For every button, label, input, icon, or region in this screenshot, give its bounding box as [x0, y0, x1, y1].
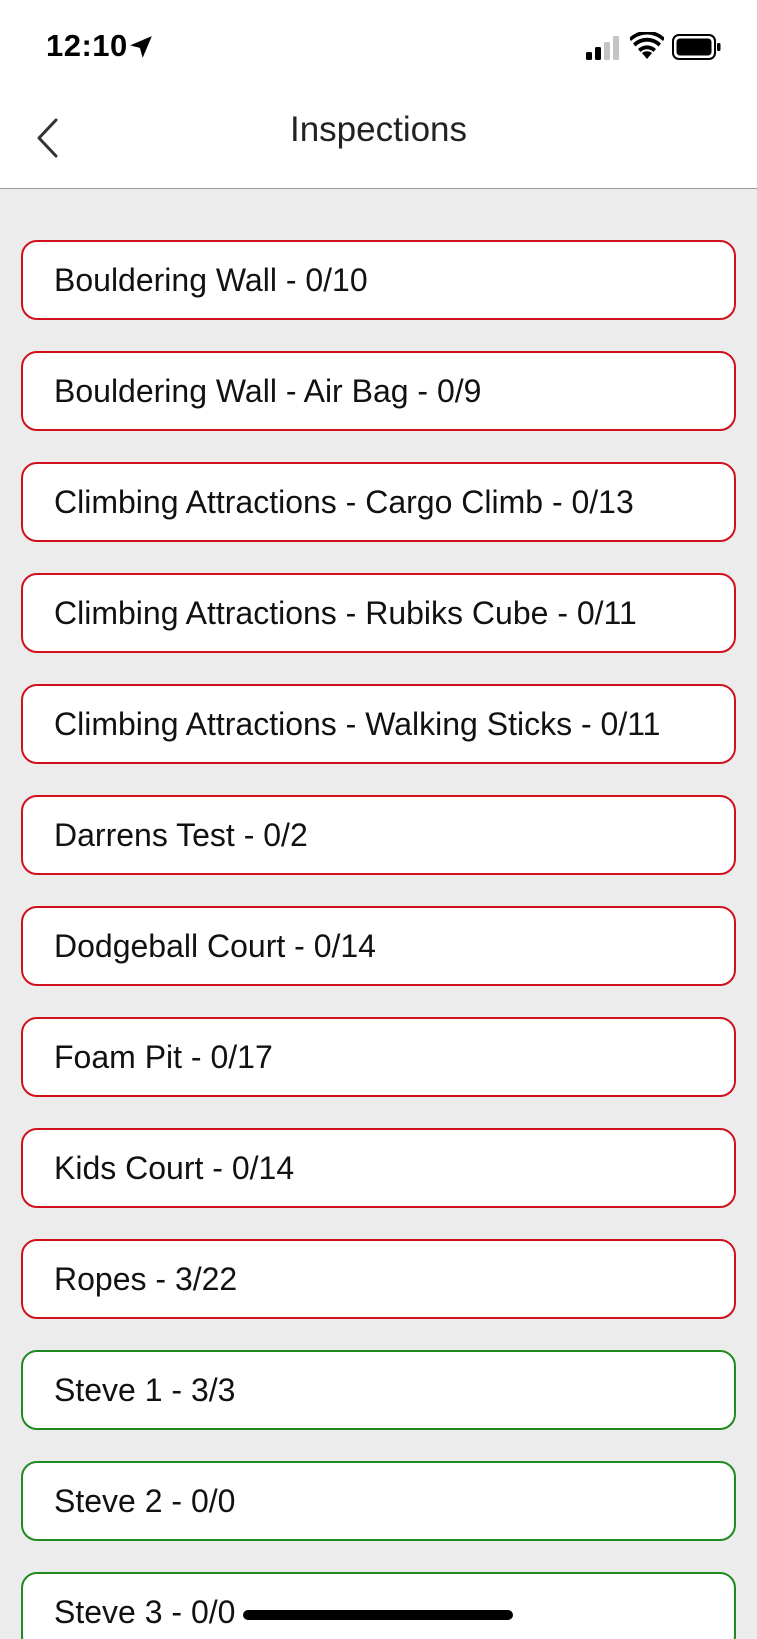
status-bar: 12:10 [0, 0, 757, 90]
inspection-item-label: Ropes - 3/22 [54, 1260, 238, 1297]
inspection-item-label: Bouldering Wall - 0/10 [54, 261, 368, 298]
inspection-item-label: Dodgeball Court - 0/14 [54, 927, 376, 964]
page-title: Inspections [289, 110, 468, 149]
location-arrow-icon [130, 36, 152, 58]
inspection-item-label: Steve 1 - 3/3 [54, 1371, 236, 1408]
inspection-list-item[interactable]: Climbing Attractions - Rubiks Cube - 0/1… [21, 573, 736, 653]
inspection-item-label: Steve 2 - 0/0 [54, 1482, 236, 1519]
inspection-item-label: Steve 3 - 0/0 [54, 1593, 236, 1630]
wifi-icon [630, 32, 664, 59]
inspection-list-item[interactable]: Dodgeball Court - 0/14 [21, 906, 736, 986]
inspection-item-label: Darrens Test - 0/2 [54, 816, 308, 853]
inspection-item-label: Foam Pit - 0/17 [54, 1038, 273, 1075]
inspection-item-label: Climbing Attractions - Cargo Climb - 0/1… [54, 483, 634, 520]
battery-icon [672, 34, 721, 60]
inspection-list-item[interactable]: Climbing Attractions - Cargo Climb - 0/1… [21, 462, 736, 542]
home-indicator [243, 1610, 513, 1620]
inspection-list-item[interactable]: Bouldering Wall - 0/10 [21, 240, 736, 320]
inspection-list: Bouldering Wall - 0/10 Bouldering Wall - … [21, 240, 736, 1639]
inspection-list-item[interactable]: Ropes - 3/22 [21, 1239, 736, 1319]
navigation-bar: Inspections [0, 90, 757, 189]
inspection-list-item[interactable]: Climbing Attractions - Walking Sticks - … [21, 684, 736, 764]
cellular-signal-icon [586, 36, 619, 60]
inspection-list-item[interactable]: Steve 3 - 0/0 [21, 1572, 736, 1639]
inspections-screen: 12:10 Inspections Bouldering Wall - 0/10… [0, 0, 757, 1639]
status-time: 12:10 [46, 28, 128, 63]
inspection-item-label: Climbing Attractions - Rubiks Cube - 0/1… [54, 594, 637, 631]
inspection-list-item[interactable]: Steve 1 - 3/3 [21, 1350, 736, 1430]
inspection-item-label: Kids Court - 0/14 [54, 1149, 295, 1186]
inspection-list-item[interactable]: Foam Pit - 0/17 [21, 1017, 736, 1097]
inspection-list-item[interactable]: Steve 2 - 0/0 [21, 1461, 736, 1541]
inspection-item-label: Climbing Attractions - Walking Sticks - … [54, 705, 661, 742]
inspection-list-item[interactable]: Darrens Test - 0/2 [21, 795, 736, 875]
inspection-list-item[interactable]: Kids Court - 0/14 [21, 1128, 736, 1208]
inspection-item-label: Bouldering Wall - Air Bag - 0/9 [54, 372, 482, 409]
inspection-list-item[interactable]: Bouldering Wall - Air Bag - 0/9 [21, 351, 736, 431]
